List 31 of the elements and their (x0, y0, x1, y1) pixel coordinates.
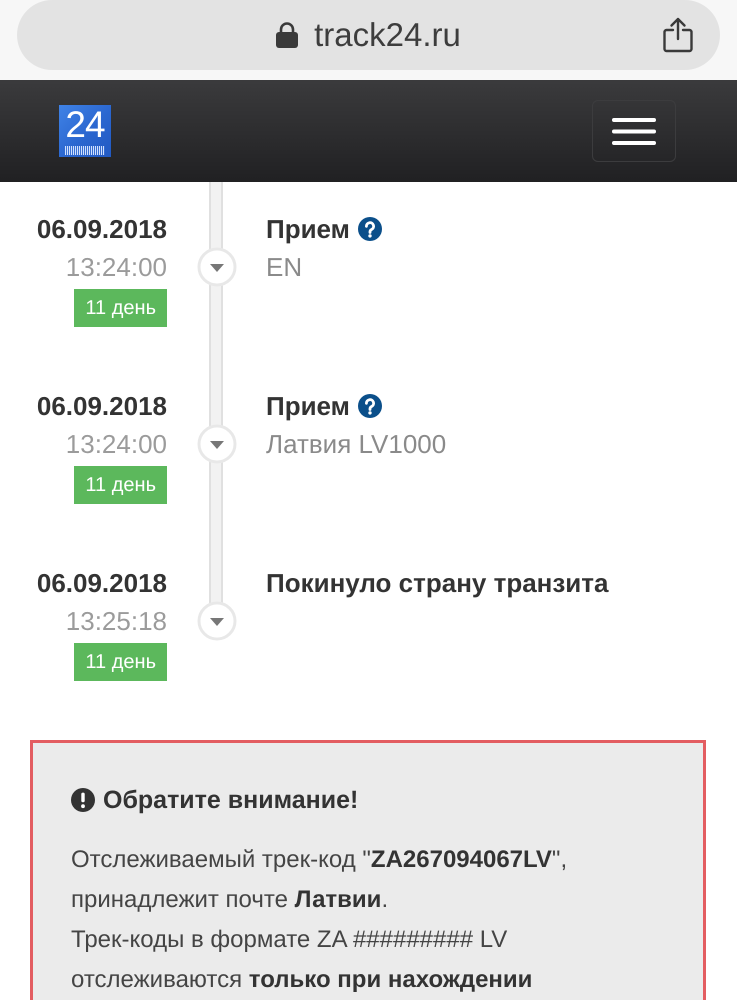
event-time: 13:24:00 (64, 251, 167, 284)
event-location: Латвия LV1000 (266, 428, 448, 461)
days-badge: 11 день (74, 643, 167, 681)
menu-icon (612, 118, 656, 144)
notice-text: Отслеживаемый трек-код "ZA267094067LV", принадлежит почте Латвии. (71, 845, 568, 915)
days-badge: 11 день (74, 289, 167, 327)
event-location: EN (266, 251, 304, 284)
notice-text: Трек-коды в формате ZA ######### LV отслеживаются только при нахождении (71, 925, 534, 995)
event-date: 06.09.2018 (36, 567, 167, 600)
event-title: Покинуло страну транзита (266, 567, 608, 600)
event-time: 13:24:00 (64, 428, 167, 461)
caret-down-icon (196, 424, 236, 464)
event-date: 06.09.2018 (36, 390, 167, 423)
exclamation-icon (71, 788, 95, 812)
notice-title: Обратите внимание! (103, 785, 358, 816)
share-icon (662, 17, 694, 53)
help-icon[interactable] (358, 394, 382, 418)
event-time: 13:25:18 (64, 605, 167, 638)
event-date: 06.09.2018 (36, 213, 167, 246)
logo[interactable]: 24 (59, 105, 111, 157)
caret-down-icon (196, 247, 236, 287)
url-text[interactable]: track24.ru (314, 15, 461, 55)
event-title: Прием (266, 390, 350, 423)
event-title: Прием (266, 213, 350, 246)
lock-icon (276, 22, 298, 48)
caret-down-icon (196, 601, 236, 641)
barcode-icon (65, 146, 105, 155)
help-icon[interactable] (358, 217, 382, 241)
share-button[interactable] (662, 17, 694, 53)
menu-button[interactable] (592, 100, 676, 162)
days-badge: 11 день (74, 466, 167, 504)
